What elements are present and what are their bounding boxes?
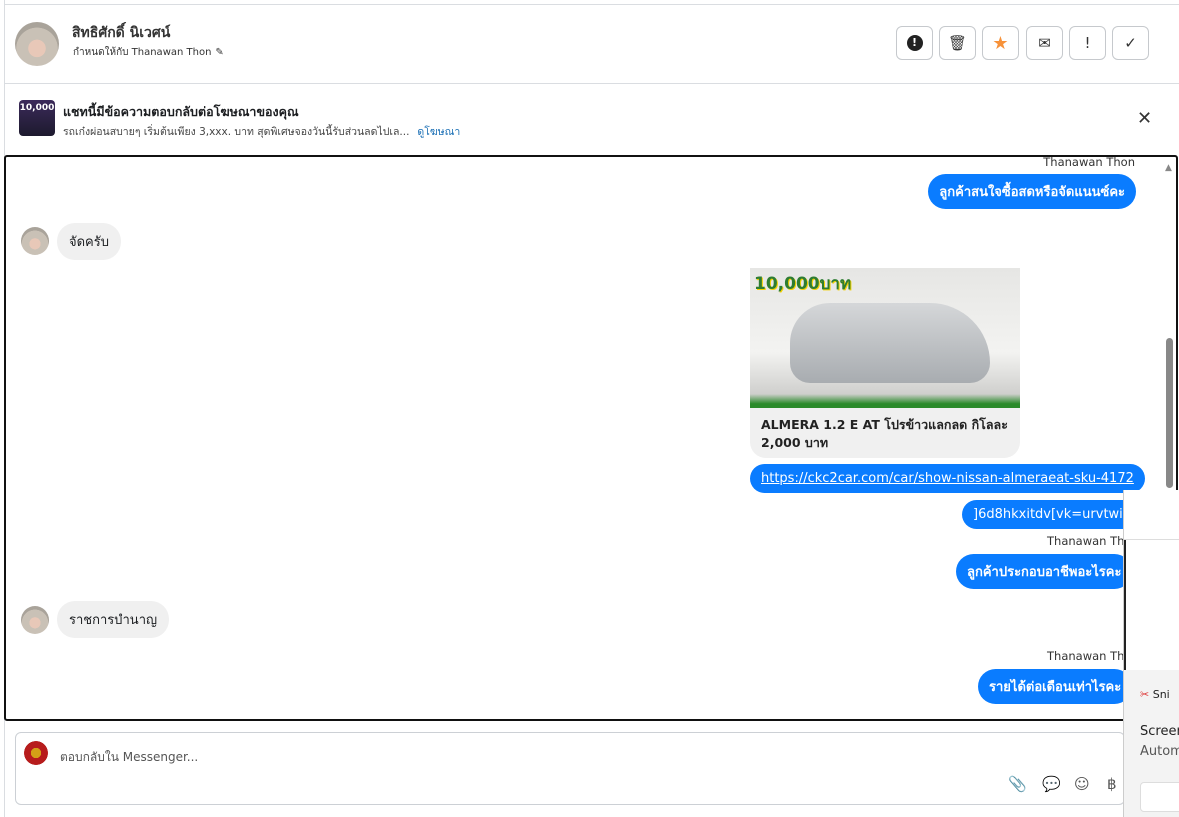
page-avatar: [24, 741, 48, 765]
message-incoming: จัดครับ: [57, 223, 121, 260]
open-envelope-icon: ✉: [1038, 34, 1051, 52]
car-image: 10,000บาท: [750, 268, 1020, 408]
car-shape: [790, 303, 990, 383]
notification-subtitle: Autom: [1140, 744, 1179, 759]
discount-badge: 10,000บาท: [754, 274, 852, 294]
contact-avatar-small: [21, 227, 49, 255]
ad-thumbnail: 10,000: [19, 100, 55, 136]
check-icon: ✓: [1124, 34, 1137, 52]
thumbnail-preview-body: [1124, 540, 1179, 670]
divider: [5, 83, 1179, 84]
notification-title: Screen: [1140, 724, 1179, 739]
alert-circle-icon: !: [906, 35, 923, 51]
exclamation-icon: !: [1084, 34, 1091, 52]
notification-button[interactable]: [1140, 782, 1179, 812]
message-outgoing: ลูกค้าสนใจซื้อสดหรือจัดแนนซ์คะ: [928, 174, 1136, 209]
message-link[interactable]: https://ckc2car.com/car/show-nissan-alme…: [750, 464, 1145, 493]
mark-unread-button[interactable]: ✉: [1026, 26, 1063, 60]
scroll-up-arrow-icon[interactable]: ▲: [1165, 163, 1172, 173]
follow-up-button[interactable]: !: [1069, 26, 1106, 60]
contact-name: สิทธิศักดิ์ นิเวศน์: [72, 25, 171, 41]
emoji-icon[interactable]: ☺: [1074, 775, 1090, 793]
snipping-tool-notification[interactable]: ✂ Sni Screen Autom: [1123, 490, 1179, 817]
ad-card-caption: ALMERA 1.2 E AT โปรข้าวแลกลด กิโลละ 2,00…: [761, 417, 1008, 451]
spam-button[interactable]: !: [896, 26, 933, 60]
assignment[interactable]: กำหนดให้กับ Thanawan Thon ✎: [73, 45, 224, 60]
ad-description-text: รถเก๋งผ่อนสบายๆ เริ่มต้นเพียง 3,xxx. บาท…: [63, 126, 410, 138]
message-outgoing: รายได้ต่อเดือนเท่าไรคะ: [978, 669, 1133, 704]
assigned-to-label: กำหนดให้กับ Thanawan Thon: [73, 47, 212, 58]
app-label: Sni: [1152, 688, 1170, 701]
panel-border-top: [4, 4, 1179, 5]
trash-icon: 🗑: [947, 34, 968, 52]
reply-composer[interactable]: ตอบกลับใน Messenger... 📎 💬 ☺ ฿: [15, 732, 1125, 805]
contact-avatar-small: [21, 606, 49, 634]
star-icon: ★: [992, 32, 1009, 54]
mark-done-button[interactable]: ✓: [1112, 26, 1149, 60]
scissors-icon: ✂: [1140, 688, 1150, 701]
scrollbar-thumb[interactable]: [1166, 338, 1173, 488]
delete-button[interactable]: 🗑: [939, 26, 976, 60]
reply-input[interactable]: ตอบกลับใน Messenger...: [60, 748, 198, 767]
saved-replies-icon[interactable]: 💬: [1042, 775, 1061, 793]
ad-card[interactable]: 10,000บาท ALMERA 1.2 E AT โปรข้าวแลกลด ก…: [750, 268, 1020, 458]
contact-avatar[interactable]: [15, 22, 59, 66]
paperclip-icon[interactable]: 📎: [1008, 775, 1027, 793]
ad-banner-description: รถเก๋งผ่อนสบายๆ เริ่มต้นเพียง 3,xxx. บาท…: [63, 123, 460, 140]
message-thread[interactable]: Thanawan Thon ลูกค้าสนใจซื้อสดหรือจัดแนน…: [4, 155, 1178, 721]
message-outgoing: ]6d8hkxitdv[vk=urvtwi8t: [962, 500, 1148, 529]
thumbnail-preview: [1124, 490, 1179, 540]
view-ad-link[interactable]: ดูโฆษณา: [417, 126, 460, 138]
message-incoming: ราชการบำนาญ: [57, 601, 170, 638]
payment-icon[interactable]: ฿: [1107, 775, 1117, 793]
sender-name: Thanawan Thon: [1043, 155, 1135, 169]
close-icon[interactable]: ✕: [1137, 108, 1152, 129]
message-outgoing: ลูกค้าประกอบอาชีพอะไรคะ: [956, 554, 1133, 589]
pencil-icon[interactable]: ✎: [215, 47, 223, 58]
ad-banner-title: แชทนี้มีข้อความตอบกลับต่อโฆษณาของคุณ: [63, 104, 299, 119]
star-button[interactable]: ★: [982, 26, 1019, 60]
snip-app-name: ✂ Sni: [1140, 688, 1170, 701]
